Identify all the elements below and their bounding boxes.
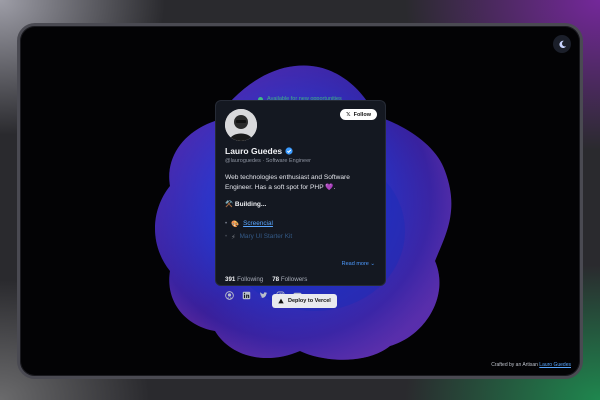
linkedin-icon[interactable] [242, 291, 251, 300]
github-icon[interactable] [225, 291, 234, 300]
list-item: • ⚡ Mary UI Starter Kit [225, 230, 376, 243]
hammer-icon: ⚒️ [225, 201, 234, 208]
deploy-to-vercel-button[interactable]: Deploy to Vercel [272, 294, 337, 308]
credit-author-link[interactable]: Lauro Guedes [539, 362, 571, 368]
project-list: • 🎨 Screencial • ⚡ Mary UI Starter Kit [225, 217, 376, 243]
footer-credit: Crafted by an Artisan Lauro Guedes [491, 362, 571, 368]
avatar [225, 109, 257, 141]
building-heading: ⚒️ Building... [225, 200, 376, 208]
moon-icon [558, 40, 566, 48]
following-label: Following [237, 276, 264, 283]
avatar-image [225, 109, 257, 141]
deploy-label: Deploy to Vercel [288, 298, 331, 304]
read-more-link[interactable]: Read more ⌄ [342, 261, 375, 267]
lightning-icon: ⚡ [231, 233, 236, 241]
project-link-mary-ui[interactable]: Mary UI Starter Kit [240, 233, 293, 240]
bullet: • [225, 220, 228, 227]
read-more-label: Read more [341, 261, 369, 267]
following-count: 391 [225, 276, 236, 283]
chevron-down-icon: ⌄ [370, 261, 375, 267]
project-link-screencial[interactable]: Screencial [243, 220, 273, 227]
palette-icon: 🎨 [231, 220, 240, 228]
bullet: • [225, 233, 228, 240]
vercel-triangle-icon [278, 298, 284, 304]
twitter-icon[interactable] [259, 291, 268, 300]
x-logo-icon: 𝕏 [346, 111, 351, 118]
app-frame: Available for new opportunities 𝕏 Follow… [17, 23, 583, 379]
followers-stat[interactable]: 78 Followers [272, 276, 307, 283]
theme-toggle-button[interactable] [553, 35, 571, 53]
following-stat[interactable]: 391 Following [225, 276, 263, 283]
list-item: • 🎨 Screencial [225, 217, 376, 230]
credit-text: Crafted by an Artisan [491, 362, 538, 368]
follow-button[interactable]: 𝕏 Follow [340, 109, 377, 120]
profile-name: Lauro Guedes [225, 146, 283, 156]
followers-count: 78 [272, 276, 280, 283]
follow-stats: 391 Following 78 Followers [225, 276, 307, 283]
verified-badge-icon [285, 147, 293, 155]
profile-card: 𝕏 Follow Lauro Guedes @lauroguedes · Sof… [215, 100, 386, 300]
name-row: Lauro Guedes [225, 146, 376, 156]
profile-handle: @lauroguedes · Software Engineer [225, 158, 311, 164]
followers-label: Followers [280, 276, 308, 283]
profile-bio: Web technologies enthusiast and Software… [225, 174, 350, 191]
follow-label: Follow [353, 111, 371, 118]
building-label: Building... [234, 201, 267, 208]
